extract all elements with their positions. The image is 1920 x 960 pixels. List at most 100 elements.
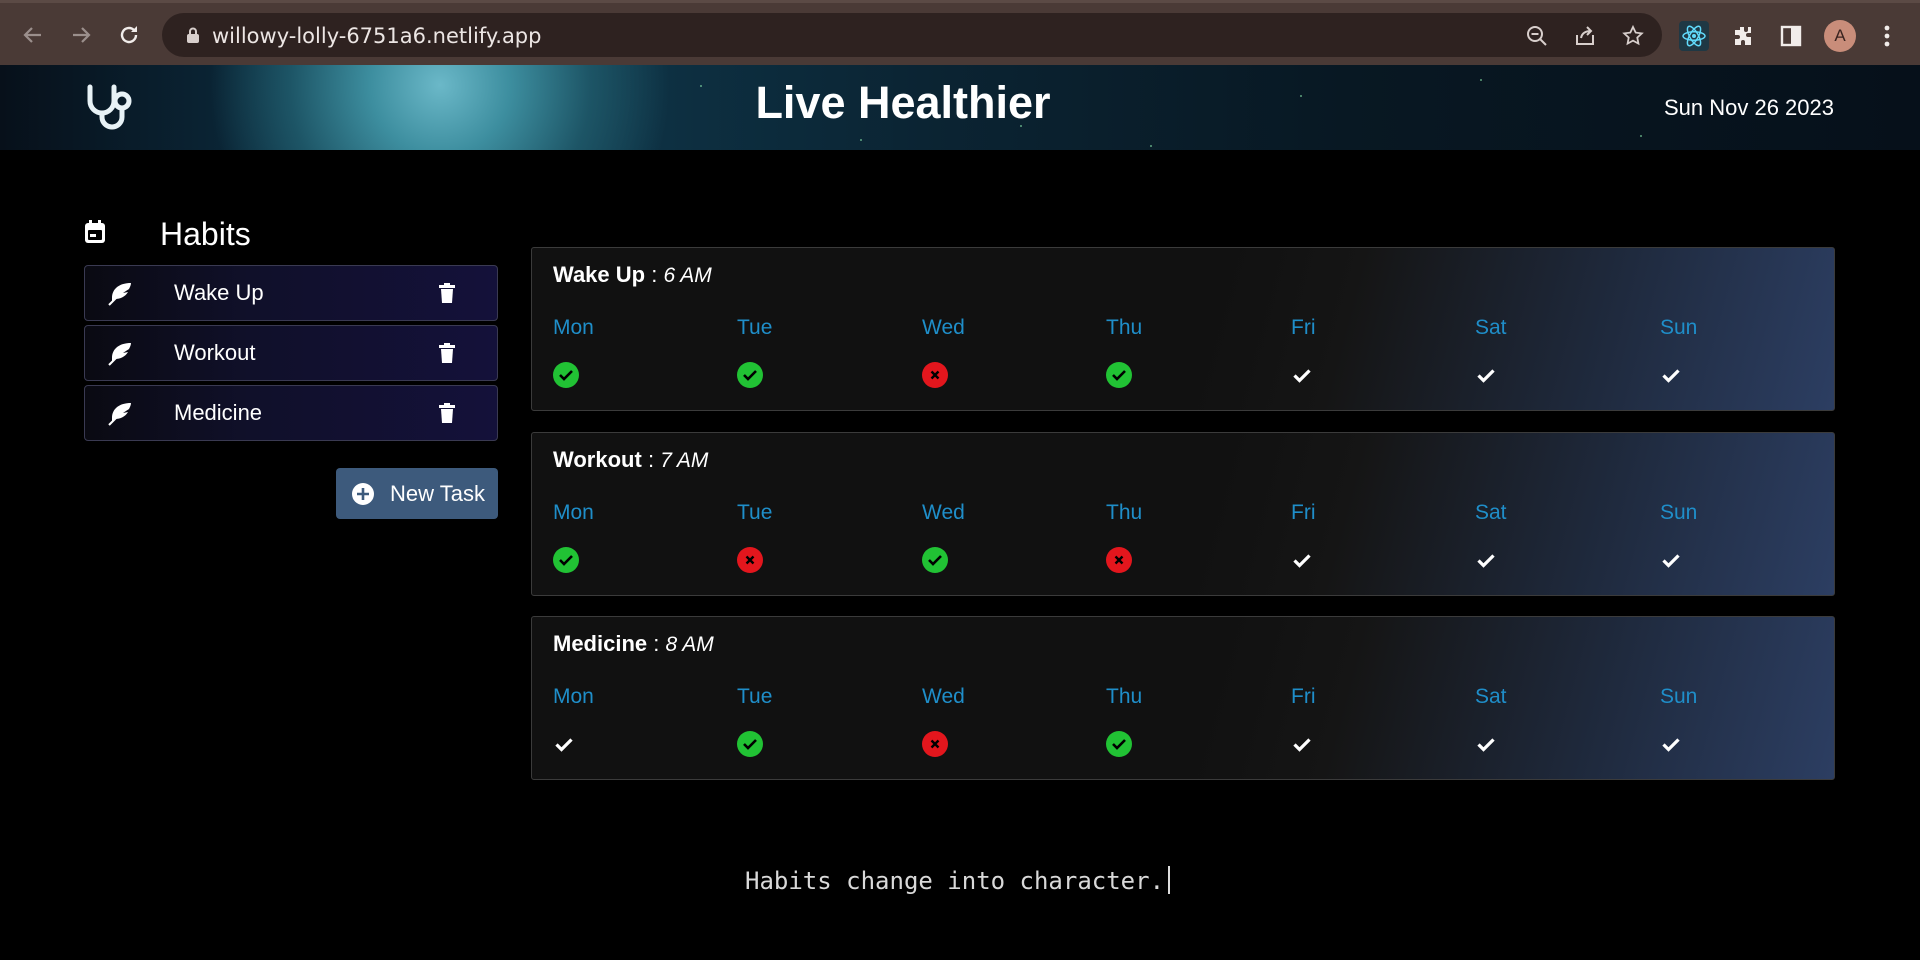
card-title: Medicine : 8 AM [553,631,714,657]
day-wed: Wed [922,316,1042,388]
habit-name: Wake Up [174,280,264,305]
trash-icon[interactable] [439,283,455,303]
day-thu: Thu [1106,501,1226,573]
day-tue: Tue [737,685,857,757]
plus-circle-icon [352,483,374,505]
day-wed: Wed [922,501,1042,573]
day-thu: Thu [1106,685,1226,757]
url-text: willowy-lolly-6751a6.netlify.app [212,24,542,48]
missed-x-icon[interactable] [1106,547,1132,573]
day-label: Sun [1660,316,1698,339]
done-check-icon[interactable] [1106,731,1132,757]
browser-toolbar: willowy-lolly-6751a6.netlify.app A [0,0,1920,65]
side-panel-icon [1780,25,1802,47]
habits-header: Habits [84,216,504,256]
card-habit-time: 7 AM [660,449,709,472]
day-fri: Fri [1291,685,1411,752]
habit-item-wake-up[interactable]: Wake Up [84,265,498,321]
react-devtools-extension[interactable] [1679,21,1709,51]
card-habit-time: 8 AM [665,633,714,656]
card-habit-name: Workout [553,447,642,472]
card-title: Wake Up : 6 AM [553,262,712,288]
new-task-button[interactable]: New Task [336,468,498,519]
day-label: Sun [1660,685,1698,708]
habit-card-workout: Workout : 7 AM Mon Tue Wed Thu Fri Sat Sun [531,432,1835,596]
day-sun: Sun [1660,685,1780,752]
pending-check-icon[interactable] [1660,547,1686,573]
habits-title: Habits [160,216,251,252]
forward-button[interactable] [64,18,98,52]
habit-name: Workout [174,340,256,365]
card-habit-name: Wake Up [553,262,646,287]
day-fri: Fri [1291,501,1411,568]
reload-icon [120,26,138,44]
reload-button[interactable] [112,18,146,52]
done-check-icon[interactable] [737,362,763,388]
profile-avatar[interactable]: A [1824,20,1856,52]
habit-card-medicine: Medicine : 8 AM Mon Tue Wed Thu Fri Sat Sun [531,616,1835,780]
day-label: Mon [553,501,594,524]
day-label: Tue [737,501,773,524]
feather-icon [108,343,131,366]
pending-check-icon[interactable] [1475,547,1501,573]
day-label: Thu [1106,501,1143,524]
done-check-icon[interactable] [1106,362,1132,388]
day-label: Sat [1475,685,1507,708]
trash-icon[interactable] [439,403,455,423]
card-habit-name: Medicine [553,631,648,656]
done-check-icon[interactable] [553,547,579,573]
pending-check-icon[interactable] [1660,362,1686,388]
pending-check-icon[interactable] [1291,547,1317,573]
pending-check-icon[interactable] [1660,731,1686,757]
day-mon: Mon [553,501,673,573]
day-mon: Mon [553,316,673,388]
lock-icon [187,27,199,43]
day-sat: Sat [1475,316,1595,383]
day-fri: Fri [1291,316,1411,383]
pending-check-icon[interactable] [1475,731,1501,757]
done-check-icon[interactable] [553,362,579,388]
day-mon: Mon [553,685,673,752]
habit-item-medicine[interactable]: Medicine [84,385,498,441]
site-header: Live Healthier Sun Nov 26 2023 [0,65,1920,150]
habit-item-workout[interactable]: Workout [84,325,498,381]
missed-x-icon[interactable] [922,362,948,388]
day-label: Thu [1106,685,1143,708]
day-label: Wed [922,501,965,524]
address-bar[interactable]: willowy-lolly-6751a6.netlify.app [162,13,1662,57]
day-sun: Sun [1660,316,1780,383]
day-sat: Sat [1475,501,1595,568]
share-icon[interactable] [1573,24,1597,48]
bookmark-star-icon[interactable] [1621,24,1645,48]
pending-check-icon[interactable] [553,731,579,757]
day-wed: Wed [922,685,1042,757]
day-label: Sat [1475,501,1507,524]
more-vertical-icon [1884,25,1890,47]
missed-x-icon[interactable] [737,547,763,573]
pending-check-icon[interactable] [1475,362,1501,388]
day-label: Sun [1660,501,1698,524]
zoom-out-icon[interactable] [1525,24,1549,48]
card-habit-time: 6 AM [663,264,712,287]
done-check-icon[interactable] [737,731,763,757]
day-label: Fri [1291,501,1316,524]
habit-card-wake-up: Wake Up : 6 AM Mon Tue Wed Thu Fri Sat Sun [531,247,1835,411]
feather-icon [108,283,131,306]
arrow-right-icon [73,27,91,43]
pending-check-icon[interactable] [1291,362,1317,388]
back-button[interactable] [16,18,50,52]
day-label: Tue [737,685,773,708]
card-separator: : [651,262,658,287]
side-panel-button[interactable] [1776,21,1806,51]
react-icon [1682,25,1706,47]
extensions-button[interactable] [1728,21,1758,51]
new-task-label: New Task [390,481,485,506]
missed-x-icon[interactable] [922,731,948,757]
day-label: Wed [922,685,965,708]
trash-icon[interactable] [439,343,455,363]
habit-name: Medicine [174,400,263,425]
pending-check-icon[interactable] [1291,731,1317,757]
browser-menu-button[interactable] [1872,21,1902,51]
done-check-icon[interactable] [922,547,948,573]
card-separator: : [647,447,655,472]
